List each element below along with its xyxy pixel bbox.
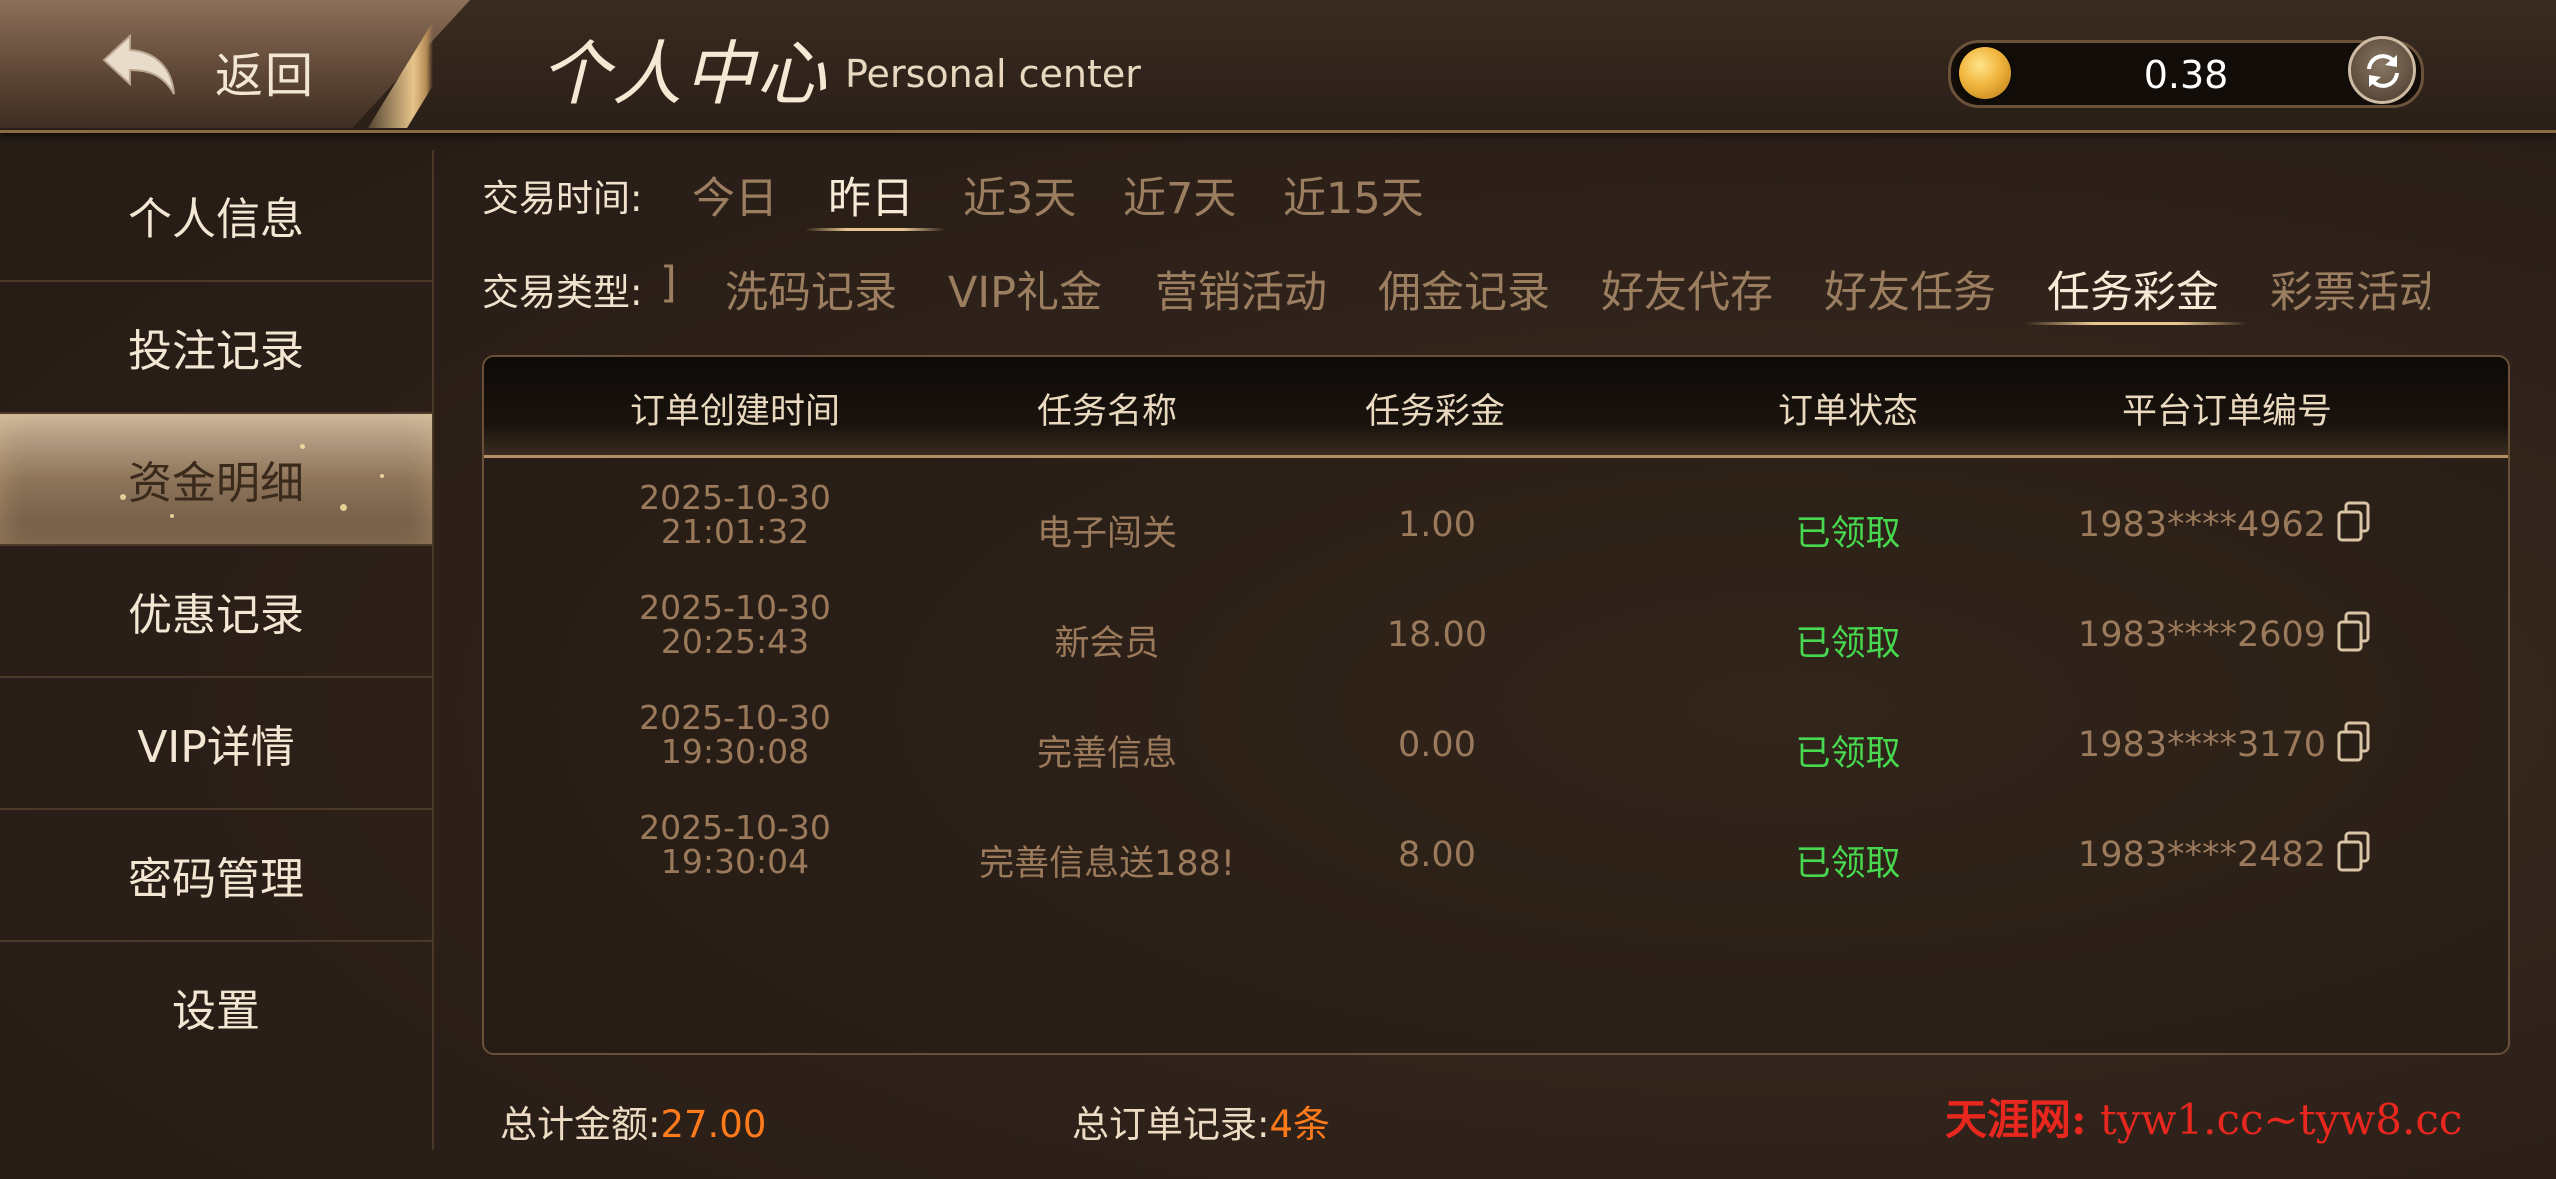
time-option-7days[interactable]: 近7天 bbox=[1123, 164, 1236, 226]
type-option-task-bonus[interactable]: 任务彩金 bbox=[2047, 258, 2219, 320]
time-option-15days[interactable]: 近15天 bbox=[1283, 164, 1424, 226]
type-filter-label: 交易类型: bbox=[482, 271, 643, 314]
row-created-time: 2025-10-30 19:30:04 bbox=[639, 811, 831, 879]
sparkle bbox=[380, 474, 384, 478]
row-time: 20:25:43 bbox=[660, 622, 810, 661]
sidebar-item-fund-details[interactable]: 资金明细 bbox=[0, 414, 432, 546]
copy-icon[interactable] bbox=[2334, 609, 2374, 655]
top-bar: 返回 个人中心 Personal center 0.38 bbox=[0, 0, 2556, 133]
sidebar-item-vip-details[interactable]: VIP详情 bbox=[0, 678, 432, 810]
row-created-time: 2025-10-30 20:25:43 bbox=[639, 591, 831, 659]
back-label: 返回 bbox=[215, 48, 316, 104]
watermark-brand: 天涯网: bbox=[1945, 1095, 2087, 1144]
sidebar-item-personal-info[interactable]: 个人信息 bbox=[0, 150, 432, 282]
row-date: 2025-10-30 bbox=[639, 478, 831, 517]
table-header: 订单创建时间 任务名称 任务彩金 订单状态 平台订单编号 bbox=[484, 357, 2508, 458]
sidebar-item-label: VIP详情 bbox=[137, 722, 295, 773]
type-option-partial[interactable]: ] bbox=[660, 258, 677, 308]
row-task-name: 电子闯关 bbox=[1036, 514, 1178, 554]
copy-icon[interactable] bbox=[2334, 719, 2374, 765]
page-title: 个人中心 bbox=[540, 33, 828, 115]
time-option-3days[interactable]: 近3天 bbox=[963, 164, 1076, 226]
type-option-friend-task[interactable]: 好友任务 bbox=[1824, 258, 1996, 320]
type-option-commission[interactable]: 佣金记录 bbox=[1378, 258, 1550, 320]
row-status: 已领取 bbox=[1795, 514, 1901, 554]
total-records: 总订单记录:4条 bbox=[1072, 1094, 1330, 1148]
table-row: 2025-10-30 21:01:32 电子闯关 1.00 已领取 1983**… bbox=[484, 469, 2508, 579]
type-selected-underline bbox=[2025, 322, 2247, 325]
time-selected-underline bbox=[805, 228, 945, 231]
sidebar-item-label: 优惠记录 bbox=[128, 590, 304, 641]
watermark: 天涯网: tyw1.cc~tyw8.cc bbox=[1945, 1086, 2462, 1147]
time-option-yesterday[interactable]: 昨日 bbox=[828, 164, 914, 226]
row-task-name: 完善信息送188! bbox=[979, 844, 1235, 884]
row-task-name: 完善信息 bbox=[1036, 734, 1178, 774]
sparkle bbox=[170, 514, 174, 518]
row-status: 已领取 bbox=[1795, 734, 1901, 774]
col-task-bonus: 任务彩金 bbox=[1364, 392, 1506, 432]
row-time: 19:30:08 bbox=[660, 732, 810, 771]
row-date: 2025-10-30 bbox=[639, 808, 831, 847]
row-bonus: 0.00 bbox=[1398, 725, 1476, 765]
table-row: 2025-10-30 19:30:08 完善信息 0.00 已领取 1983**… bbox=[484, 689, 2508, 799]
row-order-number: 1983****2609 bbox=[2077, 615, 2327, 655]
col-created-time: 订单创建时间 bbox=[629, 392, 841, 432]
watermark-domains: tyw1.cc~tyw8.cc bbox=[2099, 1095, 2463, 1144]
table-row: 2025-10-30 20:25:43 新会员 18.00 已领取 1983**… bbox=[484, 579, 2508, 689]
sidebar-item-label: 资金明细 bbox=[128, 458, 304, 509]
time-option-today[interactable]: 今日 bbox=[692, 164, 778, 226]
row-date: 2025-10-30 bbox=[639, 698, 831, 737]
row-created-time: 2025-10-30 21:01:32 bbox=[639, 481, 831, 549]
total-amount-label: 总计金额: bbox=[500, 1103, 661, 1146]
type-option-rebate[interactable]: 洗码记录 bbox=[725, 258, 897, 320]
row-status: 已领取 bbox=[1795, 844, 1901, 884]
col-order-status: 订单状态 bbox=[1777, 392, 1919, 432]
total-records-value: 4条 bbox=[1269, 1103, 1331, 1146]
row-created-time: 2025-10-30 19:30:08 bbox=[639, 701, 831, 769]
sidebar-item-label: 密码管理 bbox=[128, 854, 304, 905]
total-amount-value: 27.00 bbox=[660, 1103, 767, 1146]
sidebar-item-label: 个人信息 bbox=[128, 194, 304, 245]
type-option-lottery[interactable]: 彩票活动 bbox=[2270, 258, 2430, 320]
copy-icon[interactable] bbox=[2334, 829, 2374, 875]
row-order-number: 1983****3170 bbox=[2077, 725, 2327, 765]
col-order-number: 平台订单编号 bbox=[2121, 392, 2333, 432]
sidebar-item-label: 投注记录 bbox=[128, 326, 304, 377]
type-option-marketing[interactable]: 营销活动 bbox=[1155, 258, 1327, 320]
row-task-name: 新会员 bbox=[1054, 624, 1160, 664]
sidebar-item-bet-records[interactable]: 投注记录 bbox=[0, 282, 432, 414]
row-time: 21:01:32 bbox=[660, 512, 810, 551]
back-arrow-icon bbox=[102, 33, 175, 95]
refresh-icon bbox=[2367, 54, 2399, 88]
row-order-number: 1983****4962 bbox=[2077, 505, 2327, 545]
records-table: 订单创建时间 任务名称 任务彩金 订单状态 平台订单编号 2025-10-30 … bbox=[482, 355, 2510, 1055]
sparkle bbox=[340, 504, 347, 511]
table-row: 2025-10-30 19:30:04 完善信息送188! 8.00 已领取 1… bbox=[484, 799, 2508, 909]
col-task-name: 任务名称 bbox=[1036, 392, 1178, 432]
type-option-vip-gift[interactable]: VIP礼金 bbox=[948, 258, 1102, 320]
type-option-friend-deposit[interactable]: 好友代存 bbox=[1601, 258, 1773, 320]
row-date: 2025-10-30 bbox=[639, 588, 831, 627]
sidebar: 个人信息 投注记录 资金明细 优惠记录 VIP详情 密码管理 设置 bbox=[0, 150, 434, 1150]
row-status: 已领取 bbox=[1795, 624, 1901, 664]
sparkle bbox=[120, 494, 126, 500]
page-subtitle: Personal center bbox=[845, 52, 1141, 96]
sidebar-item-settings[interactable]: 设置 bbox=[0, 942, 432, 1072]
total-records-label: 总订单记录: bbox=[1072, 1103, 1270, 1146]
row-order-number: 1983****2482 bbox=[2077, 835, 2327, 875]
row-bonus: 8.00 bbox=[1398, 835, 1476, 875]
sidebar-item-promo-records[interactable]: 优惠记录 bbox=[0, 546, 432, 678]
sidebar-item-label: 设置 bbox=[172, 986, 260, 1037]
time-filter-label: 交易时间: bbox=[482, 177, 643, 220]
row-bonus: 18.00 bbox=[1386, 615, 1488, 655]
sidebar-item-password[interactable]: 密码管理 bbox=[0, 810, 432, 942]
copy-icon[interactable] bbox=[2334, 499, 2374, 545]
row-bonus: 1.00 bbox=[1398, 505, 1476, 545]
row-time: 19:30:04 bbox=[660, 842, 810, 881]
total-amount: 总计金额:27.00 bbox=[500, 1094, 766, 1148]
type-options-scroller[interactable]: ] 洗码记录 VIP礼金 营销活动 佣金记录 好友代存 好友任务 任务彩金 彩票… bbox=[660, 250, 2430, 330]
refresh-balance-button[interactable] bbox=[2348, 36, 2416, 104]
